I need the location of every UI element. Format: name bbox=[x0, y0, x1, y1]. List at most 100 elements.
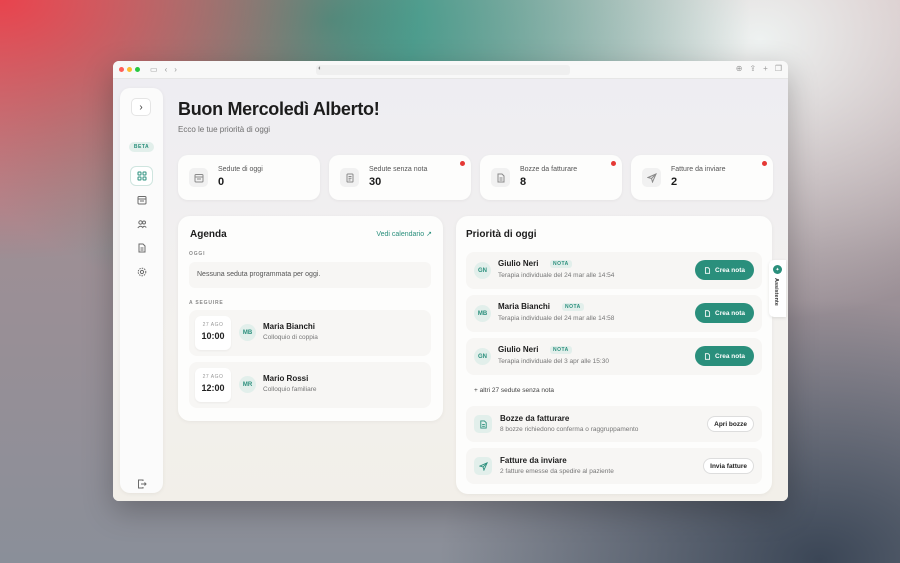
send-icon bbox=[474, 457, 492, 475]
avatar: GN bbox=[474, 348, 491, 365]
privacy-icon[interactable]: ◐ bbox=[318, 65, 322, 72]
assistant-tab[interactable]: ✦ Assistente bbox=[769, 260, 786, 317]
download-icon[interactable]: ⊕ bbox=[736, 64, 743, 73]
patient-name: Mario Rossi bbox=[263, 374, 309, 383]
document-icon bbox=[704, 352, 711, 360]
agenda-card: Agenda Vedi calendario ↗ OGGI Nessuna se… bbox=[178, 216, 443, 421]
sidebar-item-calendar[interactable] bbox=[130, 190, 153, 210]
priority-session-row: MB Maria Bianchi NOTA Terapia individual… bbox=[466, 295, 762, 332]
view-calendar-link[interactable]: Vedi calendario ↗ bbox=[376, 230, 432, 238]
open-drafts-button[interactable]: Apri bozze bbox=[707, 416, 754, 432]
create-note-label: Crea nota bbox=[715, 352, 745, 360]
action-row-drafts: Bozze da fatturare 8 bozze richiedono co… bbox=[466, 406, 762, 442]
note-badge: NOTA bbox=[550, 346, 572, 354]
expand-sidebar-button[interactable]: › bbox=[131, 98, 151, 116]
stat-label: Sedute di oggi bbox=[218, 166, 263, 173]
alert-dot bbox=[611, 161, 616, 166]
appointment-type: Colloquio familiare bbox=[263, 386, 317, 393]
stat-value: 0 bbox=[218, 176, 225, 188]
note-icon bbox=[340, 168, 359, 187]
share-icon[interactable]: ⇪ bbox=[749, 64, 756, 73]
calendar-icon bbox=[189, 168, 208, 187]
minimize-window-button[interactable] bbox=[127, 67, 132, 72]
stat-card-invoices-to-send[interactable]: Fatture da inviare 2 bbox=[631, 155, 773, 200]
gear-icon bbox=[137, 267, 146, 277]
sidebar-item-dashboard[interactable] bbox=[130, 166, 153, 186]
avatar: MB bbox=[474, 305, 491, 322]
back-icon[interactable]: ‹ bbox=[165, 65, 168, 74]
patient-name: Maria Bianchi bbox=[263, 322, 316, 331]
stat-card-sessions-today[interactable]: Sedute di oggi 0 bbox=[178, 155, 320, 200]
create-note-button[interactable]: Crea nota bbox=[695, 303, 754, 323]
stat-label: Bozze da fatturare bbox=[520, 166, 578, 173]
section-label-today: OGGI bbox=[189, 251, 206, 257]
note-badge: NOTA bbox=[550, 260, 572, 268]
forward-icon[interactable]: › bbox=[174, 65, 177, 74]
document-icon bbox=[491, 168, 510, 187]
stat-value: 8 bbox=[520, 176, 527, 188]
maximize-window-button[interactable] bbox=[135, 67, 140, 72]
session-description: Terapia individuale del 3 apr alle 15:30 bbox=[498, 358, 609, 365]
priorities-card: Priorità di oggi GN Giulio Neri NOTA Ter… bbox=[456, 216, 772, 494]
close-window-button[interactable] bbox=[119, 67, 124, 72]
alert-dot bbox=[460, 161, 465, 166]
appointment-date: 27 AGO 12:00 bbox=[195, 368, 231, 402]
browser-window: ▭ ‹ › ◐ ⊕ ⇪ + ❐ › BETA Buon Mercoledì Al… bbox=[113, 61, 788, 501]
create-note-label: Crea nota bbox=[715, 266, 745, 274]
document-icon bbox=[138, 243, 145, 253]
action-title: Bozze da fatturare bbox=[500, 414, 570, 423]
new-tab-icon[interactable]: + bbox=[763, 64, 768, 73]
priorities-title: Priorità di oggi bbox=[466, 229, 537, 240]
patient-name: Giulio Neri bbox=[498, 345, 539, 354]
sidebar-item-patients[interactable] bbox=[130, 214, 153, 234]
sidebar-toggle-icon[interactable]: ▭ bbox=[150, 65, 158, 74]
create-note-button[interactable]: Crea nota bbox=[695, 260, 754, 280]
create-note-label: Crea nota bbox=[715, 309, 745, 317]
logout-icon bbox=[137, 479, 147, 489]
avatar: GN bbox=[474, 262, 491, 279]
avatar: MR bbox=[239, 376, 256, 393]
patient-name: Maria Bianchi bbox=[498, 302, 551, 311]
stat-label: Sedute senza nota bbox=[369, 166, 428, 173]
stat-card-sessions-without-note[interactable]: Sedute senza nota 30 bbox=[329, 155, 471, 200]
action-description: 2 fatture emesse da spedire al paziente bbox=[500, 468, 614, 475]
assistant-icon: ✦ bbox=[773, 265, 782, 274]
create-note-button[interactable]: Crea nota bbox=[695, 346, 754, 366]
document-icon bbox=[704, 266, 711, 274]
appointment-time: 10:00 bbox=[201, 331, 225, 341]
stat-label: Fatture da inviare bbox=[671, 166, 726, 173]
stat-value: 30 bbox=[369, 176, 382, 188]
priority-session-row: GN Giulio Neri NOTA Terapia individuale … bbox=[466, 252, 762, 289]
action-description: 8 bozze richiedono conferma o raggruppam… bbox=[500, 426, 639, 433]
assistant-label: Assistente bbox=[773, 278, 779, 306]
avatar: MB bbox=[239, 324, 256, 341]
sidebar-item-documents[interactable] bbox=[130, 238, 153, 258]
action-row-invoices: Fatture da inviare 2 fatture emesse da s… bbox=[466, 448, 762, 484]
address-bar[interactable] bbox=[316, 65, 570, 75]
more-sessions-link[interactable]: + altri 27 sedute senza nota bbox=[474, 387, 554, 394]
send-invoices-button[interactable]: Invia fatture bbox=[703, 458, 754, 474]
patient-name: Giulio Neri bbox=[498, 259, 539, 268]
sidebar-item-settings[interactable] bbox=[130, 262, 153, 282]
sidebar-item-logout[interactable] bbox=[130, 474, 153, 494]
session-description: Terapia individuale del 24 mar alle 14:5… bbox=[498, 315, 615, 322]
document-icon bbox=[704, 309, 711, 317]
chevron-right-icon: › bbox=[139, 101, 143, 113]
action-title: Fatture da inviare bbox=[500, 456, 567, 465]
appointment-type: Colloquio di coppia bbox=[263, 334, 318, 341]
sidebar: › BETA bbox=[120, 88, 163, 493]
tabs-overview-icon[interactable]: ❐ bbox=[775, 64, 782, 73]
calendar-icon bbox=[137, 196, 146, 205]
stat-value: 2 bbox=[671, 176, 678, 188]
section-label-next: A SEGUIRE bbox=[189, 300, 224, 306]
appointment-date: 27 AGO 10:00 bbox=[195, 316, 231, 350]
stat-card-drafts-to-invoice[interactable]: Bozze da fatturare 8 bbox=[480, 155, 622, 200]
appointment-item[interactable]: 27 AGO 12:00 MR Mario Rossi Colloquio fa… bbox=[189, 362, 431, 408]
appointment-day: 27 AGO bbox=[202, 322, 224, 328]
note-badge: NOTA bbox=[562, 303, 584, 311]
empty-state: Nessuna seduta programmata per oggi. bbox=[189, 262, 431, 288]
document-icon bbox=[474, 415, 492, 433]
priority-session-row: GN Giulio Neri NOTA Terapia individuale … bbox=[466, 338, 762, 375]
appointment-item[interactable]: 27 AGO 10:00 MB Maria Bianchi Colloquio … bbox=[189, 310, 431, 356]
send-icon bbox=[642, 168, 661, 187]
